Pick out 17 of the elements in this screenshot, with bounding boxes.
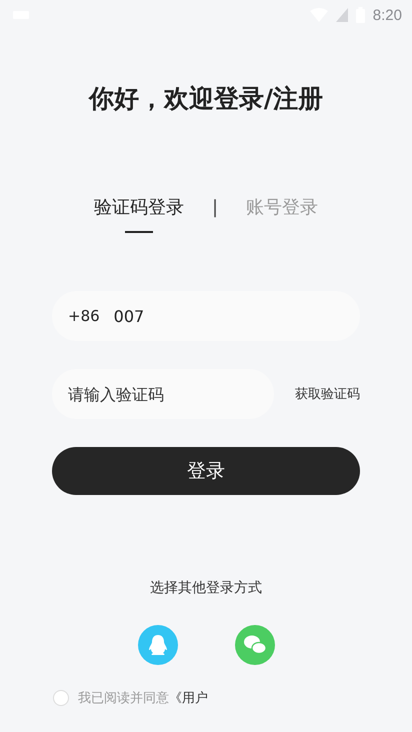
get-code-button[interactable]: 获取验证码 (295, 385, 360, 403)
agreement-checkbox[interactable] (53, 690, 69, 706)
agreement-text: 我已阅读并同意 (78, 690, 169, 707)
login-button[interactable]: 登录 (52, 447, 360, 495)
welcome-title: 你好，欢迎登录/注册 (88, 83, 324, 115)
user-agreement-link[interactable]: 《用户 (169, 689, 208, 707)
other-methods-label: 选择其他登录方式 (150, 579, 262, 597)
login-tab[interactable]: 验证码登录 (94, 195, 184, 233)
chat-bubbles-icon[interactable] (234, 625, 274, 665)
country-code: +86 (68, 307, 100, 325)
penguin-icon[interactable] (138, 625, 178, 665)
phone-field[interactable]: +86 007 (52, 291, 360, 341)
code-field[interactable]: 请输入验证码 (52, 369, 274, 419)
signal-icon (336, 8, 348, 22)
phone-input[interactable]: 007 (112, 306, 344, 326)
tab-separator: | (212, 196, 218, 220)
status-time: 8:20 (372, 6, 402, 24)
